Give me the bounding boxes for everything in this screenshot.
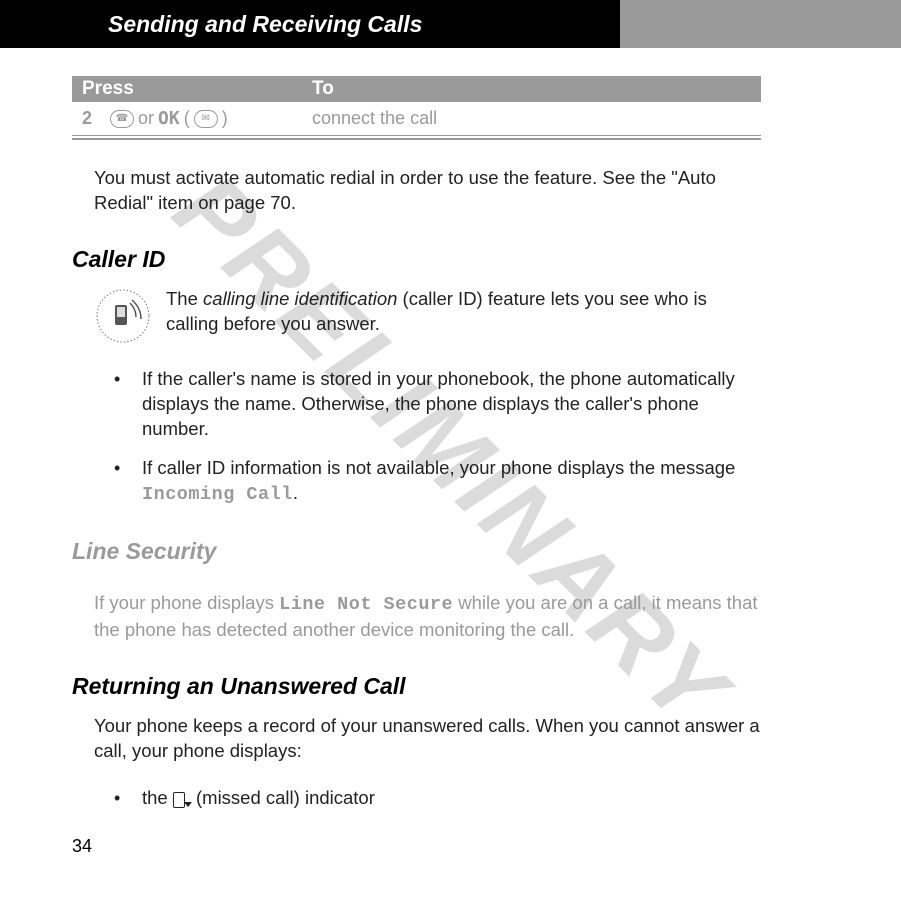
col-press: Press [82,78,312,100]
bullet-text: If the caller's name is stored in your p… [142,368,735,439]
caller-id-intro-text: The calling line identification (caller … [166,287,761,337]
intro-prefix: The [166,288,203,309]
line-not-secure-display: Line Not Secure [279,594,453,615]
table-rule-thin [72,135,761,136]
missed-call-icon [173,792,191,806]
table-rule-thick [72,138,761,140]
table-row: 2 ☎ or OK ( ✉ ) connect the call [72,102,761,135]
paren-open: ( [184,108,190,129]
caller-id-bullets: If the caller's name is stored in your p… [114,367,761,508]
table-header: Press To [72,76,761,102]
press-to-table: Press To 2 ☎ or OK ( ✉ ) connect the cal… [72,76,761,140]
softkey-icon: ✉ [194,110,218,128]
returning-heading: Returning an Unanswered Call [72,673,761,700]
to-cell: connect the call [312,108,761,129]
list-item: If the caller's name is stored in your p… [114,367,761,442]
bullet-before: the [142,787,173,808]
bullet-text-before: If caller ID information is not availabl… [142,457,735,478]
col-to: To [312,78,761,100]
incoming-call-display: Incoming Call [142,484,293,505]
bullet-text-after: . [293,482,298,503]
page-number: 34 [72,836,92,857]
returning-paragraph: Your phone keeps a record of your unansw… [94,714,761,764]
ok-label: OK [158,108,180,129]
header-accent [620,0,901,48]
list-item: the (missed call) indicator [114,786,761,811]
redial-paragraph: You must activate automatic redial in or… [94,166,761,216]
step-number: 2 [82,108,92,129]
header-bar: Sending and Receiving Calls [0,0,901,48]
network-dependent-feature-icon [94,287,152,345]
bullet-after: (missed call) indicator [191,787,375,808]
returning-bullets: the (missed call) indicator [114,786,761,811]
or-text: or [138,108,154,129]
list-item: If caller ID information is not availabl… [114,456,761,508]
press-cell: 2 ☎ or OK ( ✉ ) [82,108,312,129]
intro-em: calling line identification [203,288,397,309]
caller-id-intro: The calling line identification (caller … [94,287,761,345]
paren-close: ) [222,108,228,129]
line-security-paragraph: If your phone displays Line Not Secure w… [94,591,761,643]
line-security-heading: Line Security [72,538,761,565]
send-key-icon: ☎ [110,110,134,128]
chapter-title: Sending and Receiving Calls [0,0,620,48]
page-content: Sending and Receiving Calls Press To 2 ☎… [0,0,901,875]
ls-before: If your phone displays [94,592,279,613]
caller-id-heading: Caller ID [72,246,761,273]
